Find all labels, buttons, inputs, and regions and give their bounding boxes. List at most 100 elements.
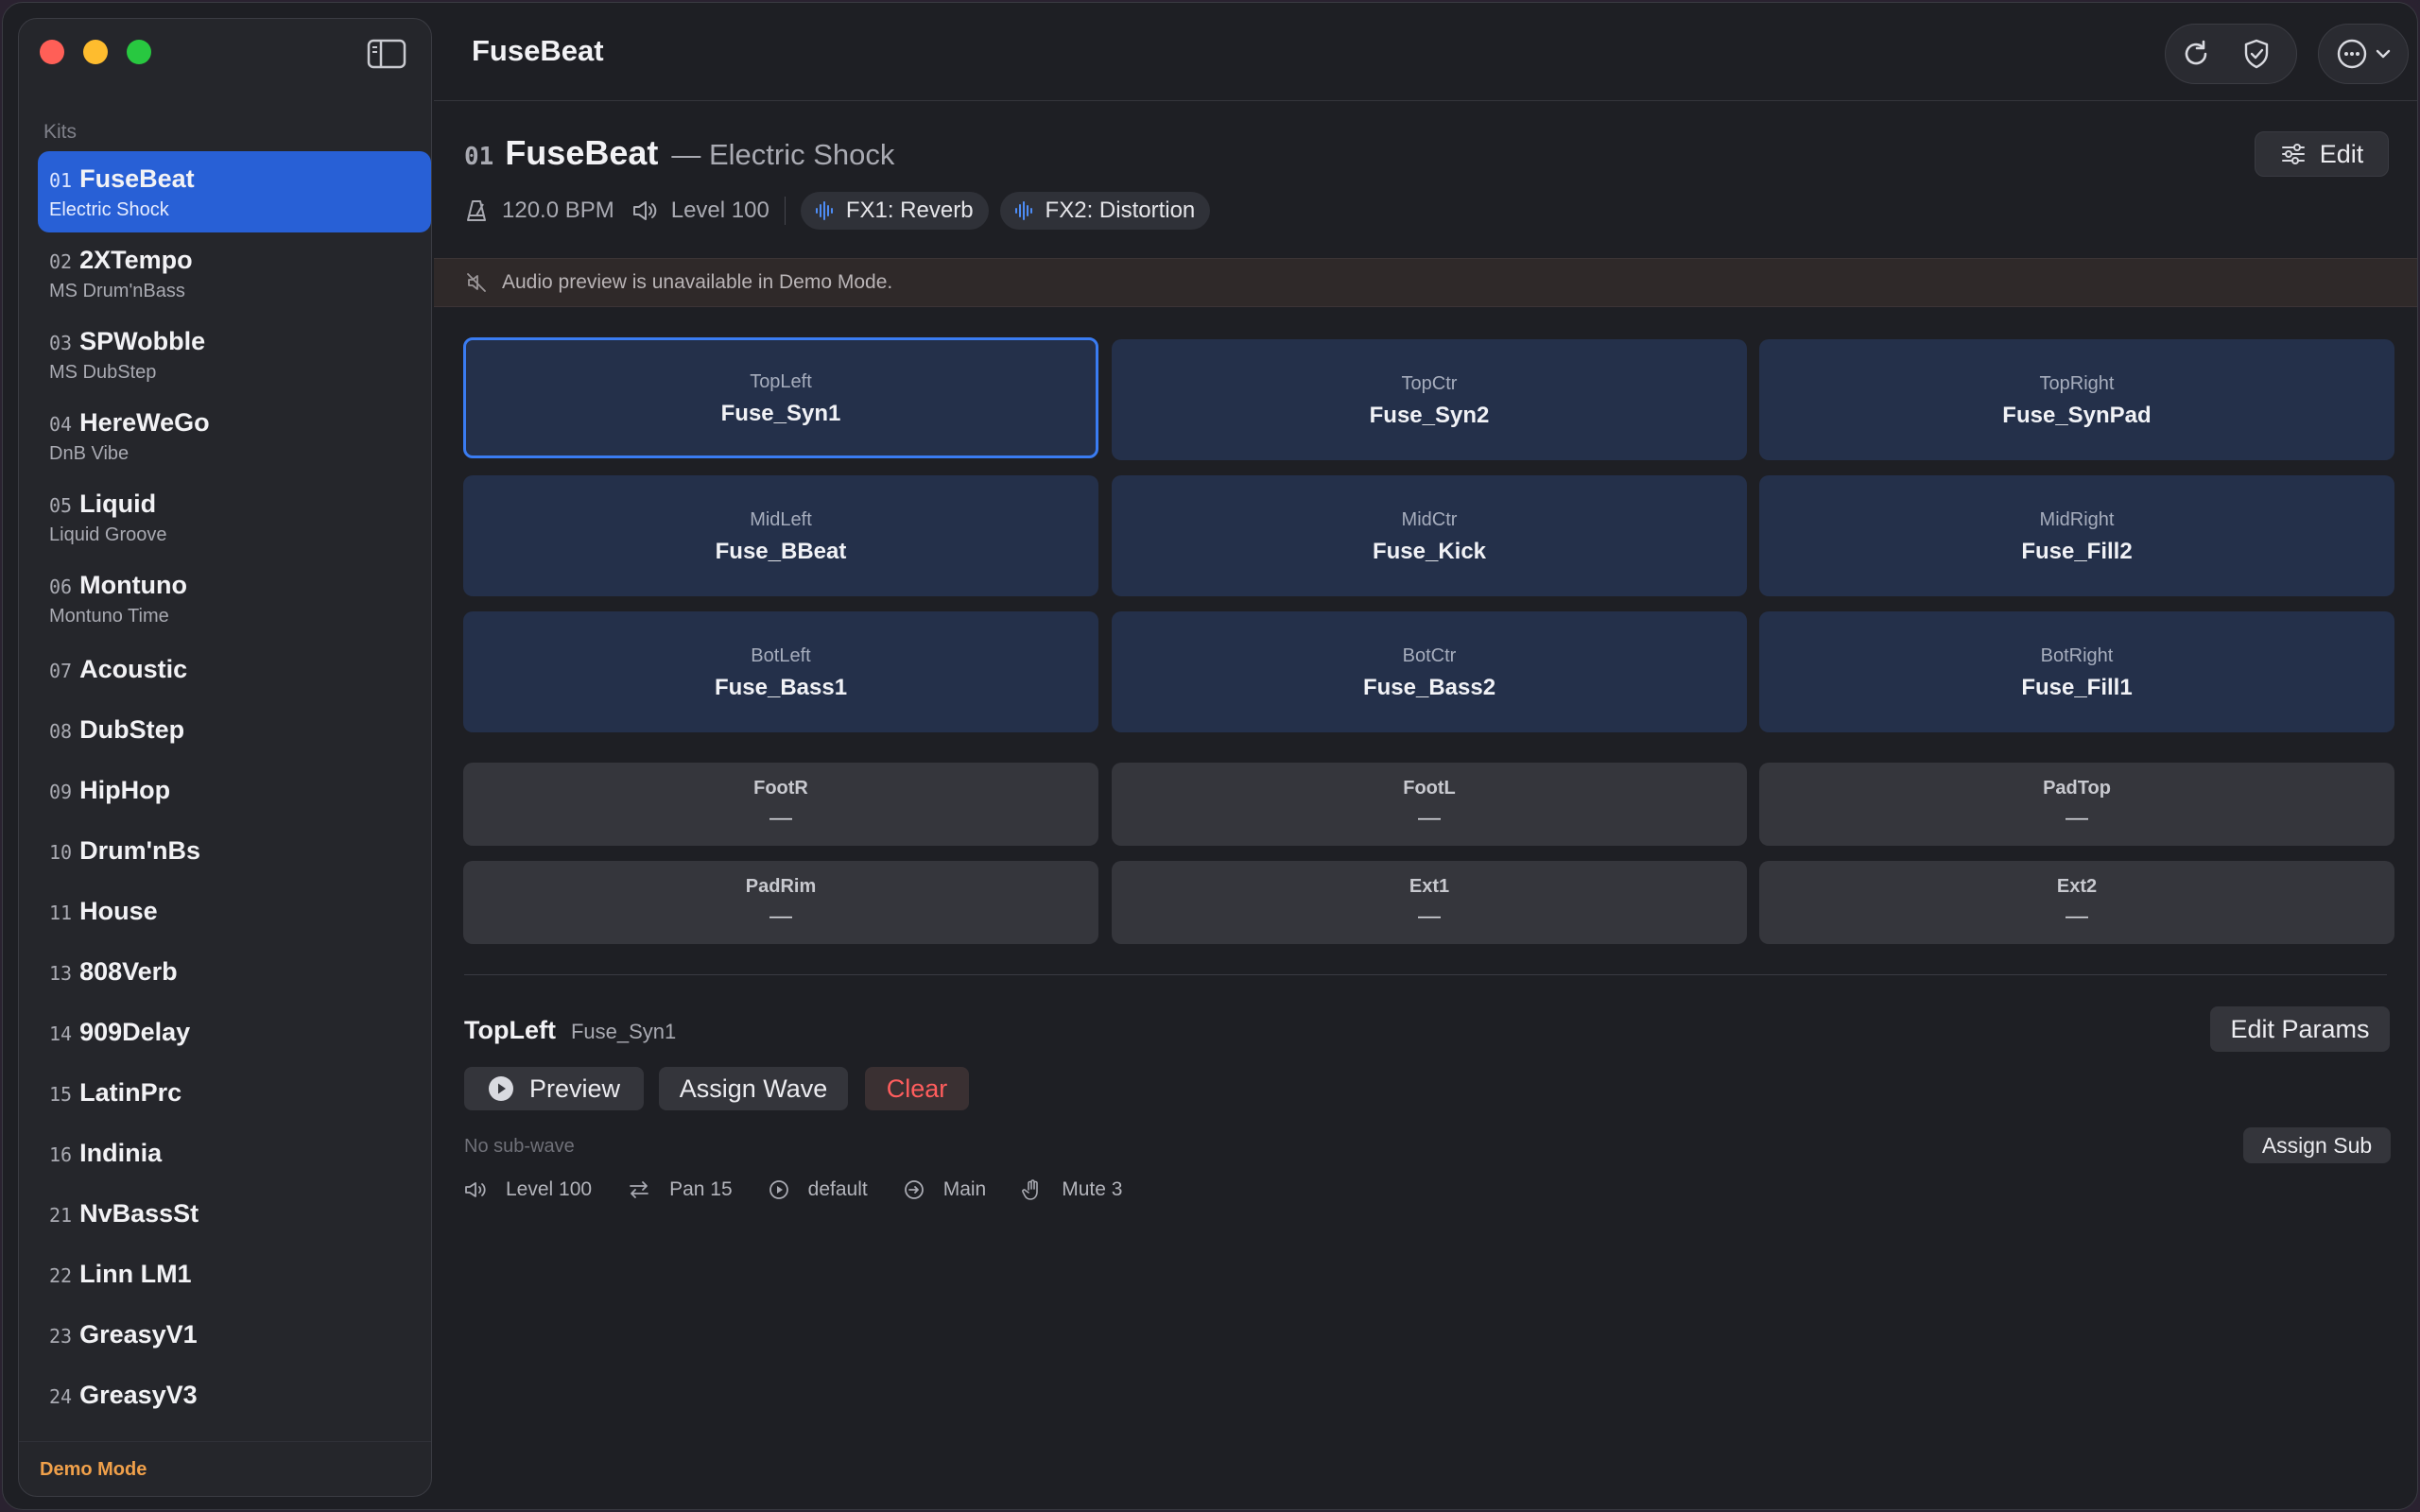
kit-item[interactable]: 05 Liquid Liquid Groove — [38, 476, 431, 558]
trigger-cell[interactable]: PadTop — — [1759, 763, 2394, 846]
assign-wave-button[interactable]: Assign Wave — [659, 1067, 848, 1110]
edit-params-button[interactable]: Edit Params — [2210, 1006, 2390, 1052]
trigger-cell[interactable]: Ext2 — — [1759, 861, 2394, 944]
kit-bpm: 120.0 BPM — [502, 198, 614, 223]
kit-item[interactable]: 23 GreasyV1 — [38, 1304, 431, 1365]
trigger-wave-name: — — [2066, 805, 2088, 831]
kit-item[interactable]: 22 Linn LM1 — [38, 1244, 431, 1304]
pad-slot-label: BotLeft — [751, 645, 811, 666]
trigger-cell[interactable]: FootR — — [463, 763, 1098, 846]
trigger-cell[interactable]: FootL — — [1112, 763, 1747, 846]
kit-number: 23 — [49, 1325, 73, 1348]
pad-slot-label: TopCtr — [1401, 373, 1458, 394]
trigger-slot-label: FootR — [753, 778, 808, 799]
pad-slot-label: MidLeft — [750, 509, 812, 530]
kit-item[interactable]: 13 808Verb — [38, 941, 431, 1002]
param-output: Main — [904, 1178, 986, 1201]
pad-cell[interactable]: TopLeft Fuse_Syn1 — [463, 337, 1098, 458]
clear-button[interactable]: Clear — [865, 1067, 969, 1110]
kit-list: 01 FuseBeat Electric Shock 02 2XTempo MS D… — [38, 151, 431, 1425]
trigger-wave-name: — — [2066, 903, 2088, 929]
trigger-slot-label: PadRim — [745, 876, 817, 897]
kit-item[interactable]: 08 DubStep — [38, 699, 431, 760]
kit-item[interactable]: 10 Drum'nBs — [38, 820, 431, 881]
kit-number: 02 — [49, 250, 73, 273]
pad-slot-label: TopRight — [2039, 373, 2115, 394]
kit-item[interactable]: 06 Montuno Montuno Time — [38, 558, 431, 639]
hand-icon — [1022, 1179, 1039, 1200]
pad-cell[interactable]: MidLeft Fuse_BBeat — [463, 475, 1098, 596]
speaker-icon — [465, 1182, 486, 1197]
preview-button[interactable]: Preview — [464, 1067, 644, 1110]
kit-item[interactable]: 16 Indinia — [38, 1123, 431, 1183]
trigger-slot-label: FootL — [1403, 778, 1456, 799]
kit-item[interactable]: 02 2XTempo MS Drum'nBass — [38, 232, 431, 314]
trigger-wave-name: — — [769, 805, 792, 831]
pad-cell[interactable]: BotRight Fuse_Fill1 — [1759, 611, 2394, 732]
sidebar-toggle-icon[interactable] — [367, 38, 406, 70]
fx2-label: FX2: Distortion — [1045, 198, 1196, 223]
kit-name: HipHop — [79, 776, 171, 804]
kit-item[interactable]: 11 House — [38, 881, 431, 941]
kit-item[interactable]: 24 GreasyV3 — [38, 1365, 431, 1425]
fx1-chip[interactable]: FX1: Reverb — [800, 192, 989, 230]
fx2-chip[interactable]: FX2: Distortion — [999, 192, 1211, 230]
close-window-button[interactable] — [40, 40, 64, 64]
section-divider — [464, 974, 2387, 975]
app-title: FuseBeat — [472, 34, 604, 67]
window-controls — [40, 40, 151, 64]
minimize-window-button[interactable] — [83, 40, 108, 64]
kit-item[interactable]: 04 HereWeGo DnB Vibe — [38, 395, 431, 476]
trigger-wave-name: — — [769, 903, 792, 929]
trigger-cell[interactable]: PadRim — — [463, 861, 1098, 944]
arrows-left-right-icon — [630, 1181, 648, 1198]
pad-cell[interactable]: MidRight Fuse_Fill2 — [1759, 475, 2394, 596]
kit-item[interactable]: 09 HipHop — [38, 760, 431, 820]
edit-kit-button[interactable]: Edit — [2255, 131, 2389, 177]
kit-name: NvBassSt — [79, 1199, 199, 1228]
kit-item[interactable]: 07 Acoustic — [38, 639, 431, 699]
pad-slot-label: MidRight — [2039, 509, 2115, 530]
kit-name: SPWobble — [79, 327, 206, 355]
pad-wave-name: Fuse_Syn1 — [720, 401, 841, 426]
banner-text: Audio preview is unavailable in Demo Mod… — [502, 271, 893, 293]
shield-button[interactable] — [2226, 24, 2287, 84]
assign-sub-label: Assign Sub — [2261, 1132, 2373, 1158]
pad-cell[interactable]: BotLeft Fuse_Bass1 — [463, 611, 1098, 732]
kit-meta: 120.0 BPM Level 100 FX1: Reverb FX2: Dis… — [464, 192, 2389, 230]
demo-mode-label: Demo Mode — [19, 1441, 431, 1496]
pad-wave-name: Fuse_Fill1 — [2021, 675, 2133, 700]
pad-cell[interactable]: TopCtr Fuse_Syn2 — [1112, 339, 1747, 460]
pad-slot-label: BotRight — [2040, 645, 2114, 666]
kit-name: 808Verb — [79, 957, 178, 986]
trigger-slot-label: PadTop — [2043, 778, 2111, 799]
kit-number: 03 — [49, 332, 73, 354]
kit-number: 14 — [49, 1022, 73, 1045]
param-playback-text: default — [807, 1178, 868, 1200]
edit-label: Edit — [2319, 139, 2364, 168]
kit-name: House — [79, 897, 158, 925]
pad-cell[interactable]: BotCtr Fuse_Bass2 — [1112, 611, 1747, 732]
param-playback: default — [769, 1178, 868, 1201]
zoom-window-button[interactable] — [127, 40, 151, 64]
kit-item[interactable]: 14 909Delay — [38, 1002, 431, 1062]
kit-name: DubStep — [79, 715, 185, 744]
kit-name: Liquid — [79, 490, 157, 518]
kit-item[interactable]: 15 LatinPrc — [38, 1062, 431, 1123]
refresh-button[interactable] — [2166, 24, 2226, 84]
assign-sub-button[interactable]: Assign Sub — [2243, 1127, 2391, 1163]
kit-item[interactable]: 01 FuseBeat Electric Shock — [38, 151, 431, 232]
kit-item[interactable]: 03 SPWobble MS DubStep — [38, 314, 431, 395]
kit-item[interactable]: 21 NvBassSt — [38, 1183, 431, 1244]
arrow-right-circle-icon — [904, 1180, 924, 1199]
kit-header: 01 FuseBeat — Electric Shock 120.0 BPM L… — [464, 133, 2389, 230]
clear-label: Clear — [886, 1074, 948, 1103]
play-circle-outline-icon — [769, 1180, 788, 1199]
preview-label: Preview — [528, 1074, 621, 1103]
pad-cell[interactable]: MidCtr Fuse_Kick — [1112, 475, 1747, 596]
kit-name: GreasyV3 — [79, 1381, 198, 1409]
more-menu-button[interactable] — [2318, 24, 2409, 84]
trigger-cell[interactable]: Ext1 — — [1112, 861, 1747, 944]
sliders-icon — [2281, 144, 2305, 164]
pad-cell[interactable]: TopRight Fuse_SynPad — [1759, 339, 2394, 460]
